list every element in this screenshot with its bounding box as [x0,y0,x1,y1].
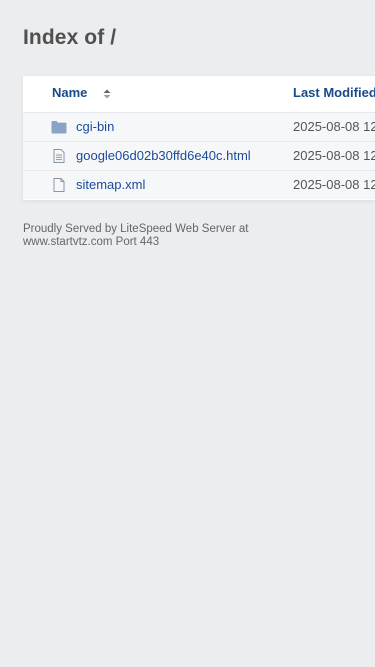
file-date: 2025-08-08 12:00 [293,177,375,192]
page-title: Index of / [23,26,117,49]
sort-icon[interactable] [103,89,111,99]
file-table: Name Last Modified cgi-bin 2025-08-08 12… [23,76,375,200]
folder-icon[interactable] [51,120,67,134]
file-icon[interactable] [51,178,67,192]
file-link[interactable]: cgi-bin [76,119,114,134]
file-date: 2025-08-08 12:00 [293,148,375,163]
file-date: 2025-08-08 12:00 [293,119,375,134]
table-row: google06d02b30ffd6e40c.html 2025-08-08 1… [23,141,375,170]
last-modified-column-header[interactable]: Last Modified [293,85,375,100]
table-row: sitemap.xml 2025-08-08 12:00 [23,170,375,199]
file-link[interactable]: google06d02b30ffd6e40c.html [76,148,251,163]
html-file-icon[interactable] [51,149,67,163]
name-column-header[interactable]: Name [52,85,87,100]
table-header-row: Name Last Modified [23,76,375,112]
file-link[interactable]: sitemap.xml [76,177,145,192]
table-row: cgi-bin 2025-08-08 12:00 [23,112,375,141]
server-footer: Proudly Served by LiteSpeed Web Server a… [23,223,249,248]
